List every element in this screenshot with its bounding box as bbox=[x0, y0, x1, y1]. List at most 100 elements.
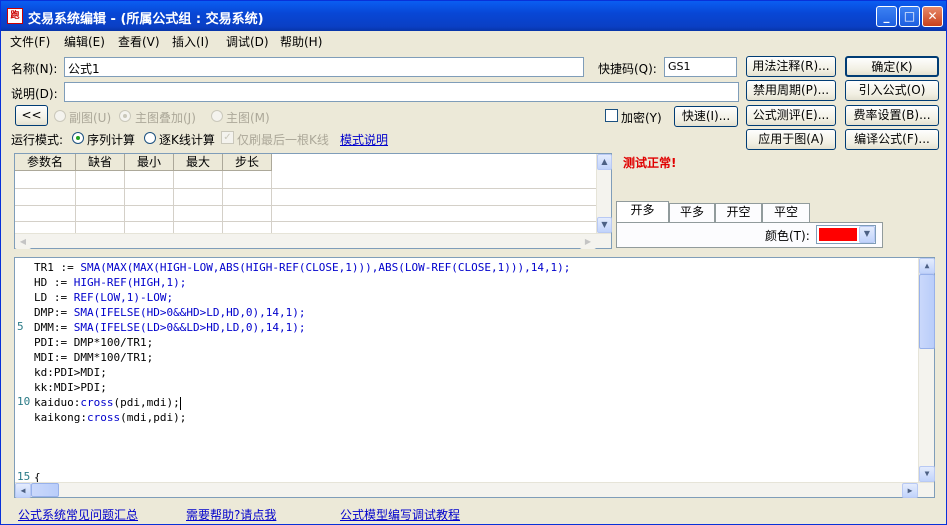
code-line[interactable]: kd:PDI>MDI; bbox=[34, 365, 107, 380]
collapse-button[interactable]: << bbox=[15, 105, 48, 126]
code-editor[interactable]: 5 10 15 TR1 := SMA(MAX(MAX(HIGH-LOW,ABS(HI… bbox=[14, 257, 935, 498]
scroll-left-icon[interactable]: ◀ bbox=[15, 483, 31, 498]
col-divider bbox=[173, 171, 174, 233]
code-token: DMM:= bbox=[34, 321, 74, 334]
mode-help-link[interactable]: 模式说明 bbox=[340, 131, 388, 148]
tab-close-short[interactable]: 平空 bbox=[762, 203, 810, 222]
usage-note-button[interactable]: 用法注释(R)... bbox=[746, 56, 836, 77]
code-line[interactable]: HD := HIGH-REF(HIGH,1); bbox=[34, 275, 186, 290]
menu-edit[interactable]: 编辑(E) bbox=[64, 33, 105, 50]
scroll-right-icon[interactable]: ▶ bbox=[902, 483, 918, 498]
scroll-down-icon[interactable]: ▼ bbox=[597, 217, 612, 233]
code-token: SMA(IFELSE(HD>0&&HD>LD,HD,0),14,1); bbox=[73, 306, 306, 319]
chevron-down-icon[interactable]: ▼ bbox=[859, 226, 875, 243]
menu-view[interactable]: 查看(V) bbox=[118, 33, 160, 50]
code-line[interactable]: TR1 := SMA(MAX(MAX(HIGH-LOW,ABS(HIGH-REF… bbox=[34, 260, 570, 275]
mode-sequence-radio[interactable] bbox=[72, 132, 84, 144]
code-token: PDI:= DMP*100/TR1; bbox=[34, 336, 154, 349]
editor-horizontal-scrollbar[interactable]: ◀ ▶ bbox=[15, 482, 934, 498]
mode-sequence-label: 序列计算 bbox=[87, 133, 136, 147]
close-button[interactable]: ✕ bbox=[922, 6, 943, 27]
mode-kline-radio[interactable] bbox=[144, 132, 156, 144]
name-label: 名称(N): bbox=[11, 62, 58, 76]
scroll-down-icon[interactable]: ▼ bbox=[919, 466, 935, 482]
params-table[interactable]: 参数名 缺省 最小 最大 步长 ▲ ▼ ◀ ▶ bbox=[14, 153, 612, 249]
mode-label: 运行模式: bbox=[11, 133, 64, 147]
menu-file[interactable]: 文件(F) bbox=[10, 33, 50, 50]
signal-tab-panel: 颜色(T): ▼ bbox=[616, 222, 883, 248]
translate-formula-button[interactable]: 编译公式(F)... bbox=[845, 129, 939, 150]
menu-help[interactable]: 帮助(H) bbox=[280, 33, 322, 50]
description-input[interactable] bbox=[64, 82, 739, 102]
code-token: cross bbox=[86, 411, 121, 424]
code-token: kaikong: bbox=[34, 411, 87, 424]
main-overlay-radio[interactable] bbox=[119, 110, 131, 122]
main-chart-radio[interactable] bbox=[211, 110, 223, 122]
table-vertical-scrollbar[interactable]: ▲ ▼ bbox=[596, 154, 612, 233]
col-divider bbox=[222, 171, 223, 233]
title-bar[interactable]: 跑 交易系统编辑 - (所属公式组 : 交易系统) _ □ ✕ bbox=[1, 1, 946, 31]
code-token: HD := bbox=[34, 276, 74, 289]
scroll-thumb[interactable] bbox=[919, 274, 935, 349]
color-select[interactable]: ▼ bbox=[816, 225, 876, 244]
line-number: 10 bbox=[17, 395, 31, 408]
mode-kline-label: 逐K线计算 bbox=[159, 133, 215, 147]
menu-debug[interactable]: 调试(D) bbox=[226, 33, 269, 50]
code-line[interactable]: PDI:= DMP*100/TR1; bbox=[34, 335, 153, 350]
row-divider bbox=[15, 205, 597, 206]
ok-button[interactable]: 确定(K) bbox=[845, 56, 939, 77]
line-number: 5 bbox=[17, 320, 24, 333]
code-line[interactable]: DMM:= SMA(IFELSE(LD>0&&LD>HD,LD,0),14,1)… bbox=[34, 320, 306, 335]
code-token: LD := bbox=[34, 291, 74, 304]
code-token: cross bbox=[80, 396, 114, 409]
encrypt-label: 加密(Y) bbox=[621, 111, 662, 125]
col-divider bbox=[124, 171, 125, 233]
scroll-left-icon[interactable]: ◀ bbox=[15, 234, 31, 249]
window-title: 交易系统编辑 - (所属公式组 : 交易系统) bbox=[28, 12, 264, 27]
col-divider bbox=[271, 171, 272, 233]
shortcut-label: 快捷码(Q): bbox=[598, 62, 657, 76]
scroll-thumb[interactable] bbox=[31, 483, 59, 497]
formula-editor-window: 跑 交易系统编辑 - (所属公式组 : 交易系统) _ □ ✕ 文件(F) 编辑… bbox=[0, 0, 947, 525]
menu-bar: 文件(F) 编辑(E) 查看(V) 插入(I) 调试(D) 帮助(H) bbox=[1, 31, 946, 51]
minimize-button[interactable]: _ bbox=[876, 6, 897, 27]
text-cursor bbox=[179, 396, 181, 410]
sub-chart-label: 副图(U) bbox=[69, 111, 112, 125]
editor-vertical-scrollbar[interactable]: ▲ ▼ bbox=[918, 258, 935, 482]
name-input[interactable]: 公式1 bbox=[64, 57, 584, 77]
apply-chart-button[interactable]: 应用于图(A) bbox=[746, 129, 836, 150]
tab-open-short[interactable]: 开空 bbox=[715, 203, 762, 222]
faq-link[interactable]: 公式系统常见问题汇总 bbox=[18, 506, 138, 523]
code-line[interactable]: DMP:= SMA(IFELSE(HD>0&&HD>LD,HD,0),14,1)… bbox=[34, 305, 306, 320]
shortcut-input[interactable]: GS1 bbox=[664, 57, 737, 77]
scroll-up-icon[interactable]: ▲ bbox=[919, 258, 935, 274]
description-label: 说明(D): bbox=[11, 87, 58, 101]
sub-chart-radio[interactable] bbox=[54, 110, 66, 122]
col-divider bbox=[75, 171, 76, 233]
row-divider bbox=[15, 221, 597, 222]
import-formula-button[interactable]: 引入公式(O) bbox=[845, 80, 939, 101]
encrypt-checkbox[interactable] bbox=[605, 109, 618, 122]
quick-button[interactable]: 快速(I)... bbox=[674, 106, 738, 127]
app-icon: 跑 bbox=[7, 8, 23, 24]
refresh-last-checkbox[interactable]: ✓ bbox=[221, 131, 234, 144]
scroll-up-icon[interactable]: ▲ bbox=[597, 154, 612, 170]
code-token: DMP:= bbox=[34, 306, 74, 319]
code-line[interactable]: MDI:= DMM*100/TR1; bbox=[34, 350, 153, 365]
formula-eval-button[interactable]: 公式测评(E)... bbox=[746, 105, 836, 126]
code-line[interactable]: kk:MDI>PDI; bbox=[34, 380, 107, 395]
tutorial-link[interactable]: 公式模型编写调试教程 bbox=[340, 506, 460, 523]
code-line[interactable]: kaikong:cross(mdi,pdi); bbox=[34, 410, 186, 425]
scroll-right-icon[interactable]: ▶ bbox=[580, 234, 596, 249]
code-line[interactable]: kaiduo:cross(pdi,mdi); bbox=[34, 395, 181, 410]
menu-insert[interactable]: 插入(I) bbox=[172, 33, 209, 50]
fee-setting-button[interactable]: 费率设置(B)... bbox=[845, 105, 939, 126]
disable-period-button[interactable]: 禁用周期(P)... bbox=[746, 80, 836, 101]
tab-open-long[interactable]: 开多 bbox=[616, 201, 669, 223]
code-token: REF(LOW,1)-LOW; bbox=[73, 291, 174, 304]
maximize-button[interactable]: □ bbox=[899, 6, 920, 27]
tab-close-long[interactable]: 平多 bbox=[669, 203, 715, 222]
code-line[interactable]: LD := REF(LOW,1)-LOW; bbox=[34, 290, 173, 305]
table-horizontal-scrollbar[interactable]: ◀ ▶ bbox=[15, 233, 611, 249]
help-link[interactable]: 需要帮助?请点我 bbox=[186, 506, 276, 523]
